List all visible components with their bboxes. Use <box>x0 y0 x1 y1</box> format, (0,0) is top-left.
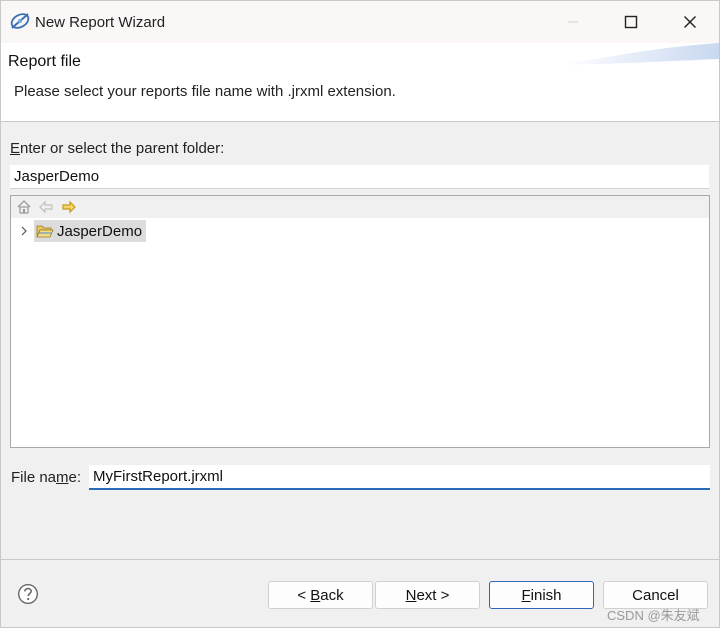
open-folder-icon <box>36 225 54 238</box>
folder-tree[interactable]: JasperDemo <box>10 195 710 448</box>
maximize-button[interactable] <box>602 1 660 43</box>
back-button[interactable]: < Back <box>268 581 373 609</box>
page-title: Report file <box>8 53 81 70</box>
file-name-label: File name: <box>11 469 81 486</box>
back-label: ack <box>320 586 344 604</box>
header-decoration <box>559 43 719 65</box>
eclipse-app-icon <box>10 13 30 29</box>
window-title: New Report Wizard <box>35 14 166 31</box>
tree-item[interactable]: JasperDemo <box>11 220 709 242</box>
title-bar: New Report Wizard <box>1 1 719 43</box>
next-label: ext > <box>416 586 450 604</box>
finish-button[interactable]: Finish <box>489 581 594 609</box>
watermark: CSDN @朱友斌 <box>607 608 700 623</box>
file-name-label-before: File na <box>11 469 57 486</box>
finish-mnemonic: F <box>521 586 531 604</box>
close-button[interactable] <box>661 1 719 43</box>
tree-toolbar <box>11 196 709 218</box>
close-icon <box>684 16 696 28</box>
help-icon[interactable] <box>17 583 39 605</box>
wizard-header: Report file Please select your reports f… <box>1 43 719 121</box>
back-prefix: < <box>297 586 311 604</box>
file-name-mnemonic: m <box>56 469 69 486</box>
page-description: Please select your reports file name wit… <box>14 83 396 100</box>
parent-folder-input[interactable] <box>10 165 709 189</box>
chevron-right-icon[interactable] <box>19 225 29 237</box>
finish-label: inish <box>530 586 562 604</box>
minimize-button[interactable] <box>544 1 602 43</box>
header-divider <box>1 121 719 122</box>
tree-item-jasperdemo[interactable]: JasperDemo <box>34 220 147 242</box>
next-mnemonic: N <box>405 586 417 604</box>
wizard-window: New Report Wizard Report file Please sel… <box>0 0 720 628</box>
footer-divider <box>1 559 719 560</box>
maximize-icon <box>624 15 638 29</box>
home-icon[interactable] <box>16 199 32 215</box>
next-button[interactable]: Next > <box>375 581 480 609</box>
parent-folder-label: Enter or select the parent folder: <box>10 140 224 157</box>
back-arrow-icon[interactable] <box>38 199 54 215</box>
back-mnemonic: B <box>310 586 321 604</box>
file-name-label-after: e: <box>68 469 82 486</box>
parent-folder-mnemonic: E <box>10 140 21 157</box>
forward-arrow-icon[interactable] <box>61 199 77 215</box>
file-name-input[interactable] <box>89 465 710 490</box>
parent-folder-label-text: nter or select the parent folder: <box>20 140 225 157</box>
minimize-icon <box>568 21 578 23</box>
tree-item-label: JasperDemo <box>57 222 143 240</box>
